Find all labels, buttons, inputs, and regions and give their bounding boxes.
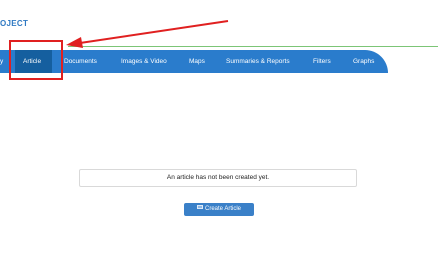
annotation-arrow-line	[79, 20, 229, 44]
highlight-box	[9, 40, 63, 80]
annotation-arrow-head	[66, 37, 83, 48]
annotation-overlay	[9, 20, 229, 80]
